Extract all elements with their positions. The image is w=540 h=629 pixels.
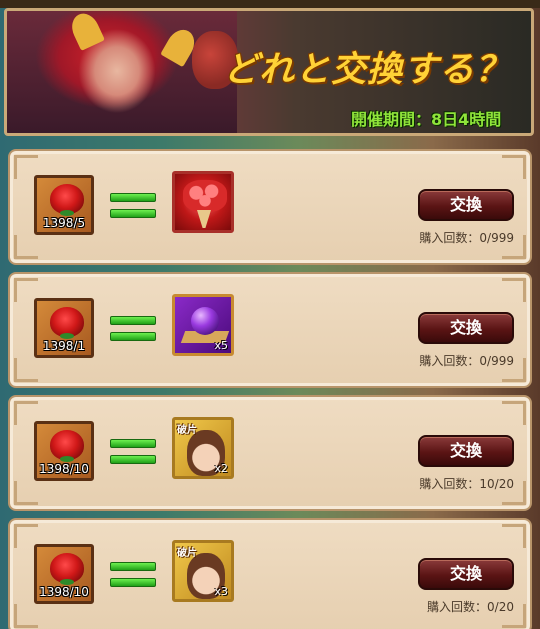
corner-ornament xyxy=(14,235,38,259)
exchange-card: 1398/5 交換 購入回数：0/999 xyxy=(8,149,532,265)
character-shard-icon[interactable]: 破片 x2 xyxy=(172,417,234,479)
bouquet-graphic xyxy=(183,180,227,212)
top-strip xyxy=(0,0,540,8)
cost-item-slot: 1398/1 xyxy=(34,298,94,358)
corner-ornament xyxy=(502,155,526,179)
equals-sign xyxy=(110,455,156,464)
equals-sign xyxy=(110,562,156,571)
corner-ornament xyxy=(14,481,38,505)
reward-quantity: x3 xyxy=(214,585,228,598)
banner-title: どれと交換する？ xyxy=(223,50,512,90)
rose-icon xyxy=(50,184,84,216)
corner-ornament xyxy=(502,401,526,425)
cost-count: 1398/1 xyxy=(42,339,86,353)
exchange-card: 1398/10 破片 x3 交換 購入回数：0/20 xyxy=(8,518,532,629)
rose-bouquet-icon[interactable] xyxy=(172,171,234,233)
purple-orb-icon[interactable]: x5 xyxy=(172,294,234,356)
event-banner: どれと交換する？ 開催期間：8日4時間 xyxy=(4,8,534,136)
reward-quantity: x2 xyxy=(214,462,228,475)
corner-ornament xyxy=(14,358,38,382)
corner-ornament xyxy=(14,604,38,628)
rose-icon xyxy=(50,307,84,339)
cost-count: 1398/10 xyxy=(39,462,89,476)
equals-sign xyxy=(110,332,156,341)
exchange-button[interactable]: 交換 xyxy=(418,435,514,467)
cost-count: 1398/5 xyxy=(42,216,86,230)
equals-sign xyxy=(110,316,156,325)
shard-tag: 破片 xyxy=(177,425,197,436)
exchange-button[interactable]: 交換 xyxy=(418,312,514,344)
reward-quantity: x5 xyxy=(214,339,228,352)
rose-icon xyxy=(50,553,84,585)
cost-item-slot: 1398/10 xyxy=(34,544,94,604)
exchange-card: 1398/10 破片 x2 交換 購入回数：10/20 xyxy=(8,395,532,511)
exchange-button[interactable]: 交換 xyxy=(418,189,514,221)
character-portrait xyxy=(7,11,238,133)
exchange-button[interactable]: 交換 xyxy=(418,558,514,590)
purchase-count: 購入回数：0/20 xyxy=(427,600,514,614)
equals-sign xyxy=(110,439,156,448)
character-shard-icon[interactable]: 破片 x3 xyxy=(172,540,234,602)
purchase-count: 購入回数：0/999 xyxy=(419,354,514,368)
shard-tag: 破片 xyxy=(177,548,197,559)
equals-sign xyxy=(110,209,156,218)
orb-graphic xyxy=(191,307,219,335)
bouquet-wrap xyxy=(197,210,211,228)
purchase-count: 購入回数：0/999 xyxy=(419,231,514,245)
corner-ornament xyxy=(502,278,526,302)
exchange-card: 1398/1 x5 交換 購入回数：0/999 xyxy=(8,272,532,388)
corner-ornament xyxy=(502,524,526,548)
event-period: 開催期間：8日4時間 xyxy=(351,110,502,129)
equals-sign xyxy=(110,193,156,202)
purchase-count: 購入回数：10/20 xyxy=(419,477,514,491)
equals-sign xyxy=(110,578,156,587)
rose-icon xyxy=(50,430,84,462)
cost-item-slot: 1398/10 xyxy=(34,421,94,481)
cost-item-slot: 1398/5 xyxy=(34,175,94,235)
cost-count: 1398/10 xyxy=(39,585,89,599)
horn-decoration xyxy=(67,11,105,51)
